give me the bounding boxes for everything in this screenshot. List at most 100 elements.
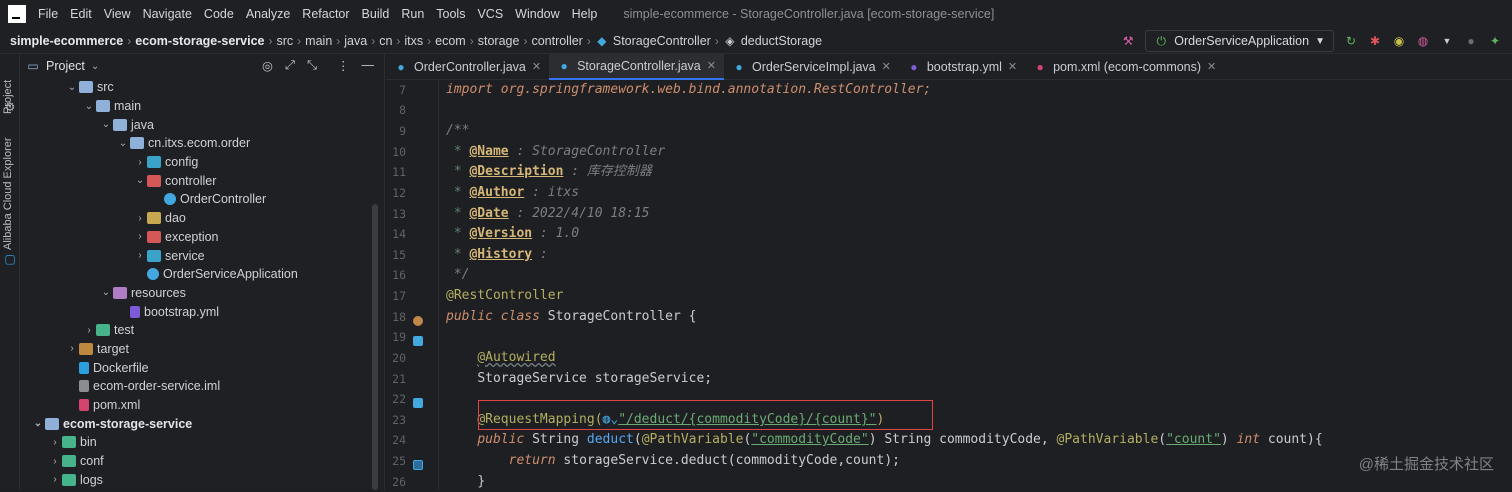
tree-item[interactable]: › bin — [20, 433, 385, 452]
expand-arrow-icon[interactable]: ⌄ — [99, 287, 113, 298]
close-icon[interactable]: ✕ — [1207, 60, 1216, 73]
expand-arrow-icon[interactable]: › — [48, 474, 62, 485]
breadcrumb-item[interactable]: controller — [527, 34, 582, 48]
tree-item[interactable]: ⌄ resources — [20, 284, 385, 303]
menu-item[interactable]: Window — [509, 7, 565, 21]
tree-item[interactable]: › dao — [20, 209, 385, 228]
minimize-icon[interactable]: — — [362, 58, 375, 73]
tree-item[interactable]: ⌄ controller — [20, 171, 385, 190]
spring-bean-icon[interactable] — [413, 316, 423, 326]
hammer-icon[interactable]: ⚒ — [1121, 34, 1135, 48]
dropdown-icon[interactable]: ▼ — [1440, 34, 1454, 48]
expand-arrow-icon[interactable]: › — [133, 231, 147, 242]
close-icon[interactable]: ✕ — [882, 60, 891, 73]
editor-tab[interactable]: ● OrderController.java ✕ — [386, 54, 549, 80]
endpoint-gutter-icon[interactable] — [413, 460, 423, 470]
run-config-select[interactable]: ⏻ OrderServiceApplication ▼ — [1145, 30, 1334, 52]
close-icon[interactable]: ✕ — [707, 59, 716, 72]
expand-arrow-icon[interactable]: ⌄ — [82, 101, 96, 112]
tree-item[interactable]: › test — [20, 321, 385, 340]
tree-item[interactable]: bootstrap.yml — [20, 302, 385, 321]
tree-item[interactable]: ⌄ main — [20, 97, 385, 116]
tree-item[interactable]: › service — [20, 246, 385, 265]
breadcrumb-item[interactable]: ecom — [431, 34, 466, 48]
chevron-down-icon[interactable]: ⌄ — [91, 61, 99, 72]
menu-item[interactable]: File — [32, 7, 64, 21]
menu-item[interactable]: Tools — [430, 7, 471, 21]
expand-arrow-icon[interactable]: › — [48, 456, 62, 467]
project-panel-title[interactable]: Project — [46, 59, 85, 73]
close-icon[interactable]: ✕ — [1008, 60, 1017, 73]
tree-item[interactable]: › target — [20, 340, 385, 359]
project-scrollbar[interactable] — [372, 204, 378, 490]
stop-icon[interactable]: ● — [1464, 34, 1478, 48]
close-icon[interactable]: ✕ — [532, 60, 541, 73]
menu-item[interactable]: Navigate — [137, 7, 198, 21]
editor-tab[interactable]: ● pom.xml (ecom-commons) ✕ — [1025, 54, 1224, 80]
code-line-11: * @Description : 库存控制器 — [446, 164, 652, 179]
breadcrumb-item[interactable]: simple-ecommerce — [6, 34, 123, 48]
expand-arrow-icon[interactable]: › — [82, 325, 96, 336]
more-icon[interactable]: ⋮ — [337, 58, 350, 73]
expand-arrow-icon[interactable]: ⌄ — [65, 82, 79, 93]
tree-item[interactable]: OrderServiceApplication — [20, 265, 385, 284]
menu-item[interactable]: Edit — [64, 7, 98, 21]
expand-arrow-icon[interactable]: › — [133, 213, 147, 224]
editor-tab[interactable]: ● bootstrap.yml ✕ — [899, 54, 1025, 80]
expand-arrow-icon[interactable]: › — [133, 157, 147, 168]
collapse-icon[interactable]: ⤡ — [307, 58, 317, 73]
tree-item[interactable]: › exception — [20, 228, 385, 247]
tree-item[interactable]: ⌄ src — [20, 78, 385, 97]
field-gutter-icon[interactable] — [413, 398, 423, 408]
menu-item[interactable]: Analyze — [240, 7, 296, 21]
menu-item[interactable]: Build — [356, 7, 396, 21]
coverage-icon[interactable]: ◉ — [1392, 34, 1406, 48]
expand-arrow-icon[interactable]: ⌄ — [31, 418, 45, 429]
debug-icon[interactable]: ✱ — [1368, 34, 1382, 48]
breadcrumb-item[interactable]: StorageController — [609, 34, 711, 48]
menu-item[interactable]: View — [98, 7, 137, 21]
breadcrumb-item[interactable]: cn — [375, 34, 392, 48]
profile-icon[interactable]: ◍ — [1416, 34, 1430, 48]
breadcrumb-item[interactable]: main — [301, 34, 332, 48]
expand-arrow-icon[interactable]: ⌄ — [116, 138, 130, 149]
expand-arrow-icon[interactable]: ⌄ — [133, 175, 147, 186]
expand-arrow-icon[interactable]: › — [65, 343, 79, 354]
class-gutter-icon[interactable] — [413, 336, 423, 346]
editor-tab[interactable]: ● OrderServiceImpl.java ✕ — [724, 54, 899, 80]
menu-item[interactable]: Refactor — [296, 7, 355, 21]
tree-item[interactable]: › logs — [20, 470, 385, 489]
line-number: 18 — [392, 310, 406, 324]
project-tool-icon[interactable]: ⚙ — [3, 100, 17, 114]
tree-item[interactable]: ⌄ java — [20, 115, 385, 134]
tree-item[interactable]: OrderController — [20, 190, 385, 209]
line-number: 13 — [392, 207, 406, 221]
tree-item[interactable]: Dockerfile — [20, 358, 385, 377]
rerun-icon[interactable]: ↻ — [1344, 34, 1358, 48]
breadcrumb-item[interactable]: ecom-storage-service — [131, 34, 264, 48]
menu-item[interactable]: Code — [198, 7, 240, 21]
breadcrumb-item[interactable]: itxs — [400, 34, 423, 48]
breadcrumb-item[interactable]: java — [340, 34, 367, 48]
tree-item[interactable]: ecom-order-service.iml — [20, 377, 385, 396]
tree-item[interactable]: ⌄ cn.itxs.ecom.order — [20, 134, 385, 153]
menu-item[interactable]: Run — [395, 7, 430, 21]
expand-arrow-icon[interactable]: › — [48, 437, 62, 448]
tree-item[interactable]: pom.xml — [20, 396, 385, 415]
plugin-icon[interactable]: ✦ — [1488, 34, 1502, 48]
cloud-explorer-tab[interactable]: Alibaba Cloud Explorer — [2, 137, 14, 250]
menu-item[interactable]: Help — [566, 7, 604, 21]
breadcrumb-item[interactable]: deductStorage — [737, 34, 822, 48]
editor-tab[interactable]: ● StorageController.java ✕ — [549, 53, 724, 80]
menu-item[interactable]: VCS — [471, 7, 509, 21]
breadcrumb-item[interactable]: src — [273, 34, 294, 48]
tree-item[interactable]: ⌄ ecom-storage-service — [20, 414, 385, 433]
expand-icon[interactable]: ⤢ — [285, 58, 295, 73]
expand-arrow-icon[interactable]: › — [133, 250, 147, 261]
intellij-logo-icon[interactable] — [8, 5, 26, 23]
expand-arrow-icon[interactable]: ⌄ — [99, 119, 113, 130]
breadcrumb-item[interactable]: storage — [474, 34, 520, 48]
tree-item[interactable]: › config — [20, 153, 385, 172]
target-icon[interactable]: ◎ — [262, 58, 273, 73]
tree-item[interactable]: › conf — [20, 452, 385, 471]
